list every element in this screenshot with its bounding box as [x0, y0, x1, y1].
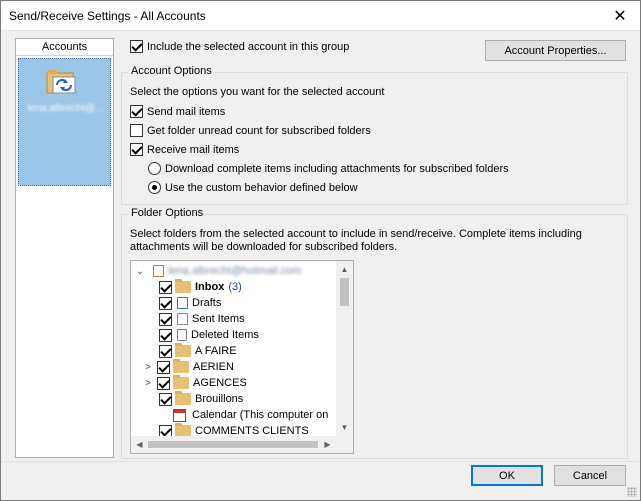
- chevron-down-icon[interactable]: ⌄: [135, 266, 145, 277]
- tree-label-drafts: Drafts: [192, 297, 222, 309]
- deleted-items-icon: [177, 329, 187, 341]
- window-title: Send/Receive Settings - All Accounts: [9, 9, 206, 23]
- tree-checkbox-sent-items[interactable]: [159, 312, 172, 326]
- close-button[interactable]: ✕: [600, 1, 640, 31]
- receive-mail-row[interactable]: Receive mail items: [130, 143, 239, 156]
- vertical-scroll-thumb[interactable]: [340, 278, 349, 306]
- send-mail-label: Send mail items: [147, 105, 226, 118]
- tree-row-sent-items[interactable]: Sent Items: [159, 311, 245, 327]
- account-options-description: Select the options you want for the sele…: [130, 86, 385, 98]
- tree-row-deleted-items[interactable]: Deleted Items: [159, 327, 259, 343]
- tree-checkbox-brouillons[interactable]: [159, 392, 172, 406]
- tree-root-label: lena.albrecht@hotmail.com: [168, 265, 302, 277]
- account-sync-icon: [46, 70, 76, 94]
- chevron-right-icon[interactable]: >: [143, 378, 153, 389]
- folder-icon: [173, 375, 189, 389]
- custom-behavior-radio[interactable]: [148, 181, 161, 194]
- include-account-label: Include the selected account in this gro…: [147, 40, 350, 53]
- tree-row-drafts[interactable]: Drafts: [159, 295, 221, 311]
- tree-horizontal-scrollbar[interactable]: ◀ ▶: [131, 436, 336, 453]
- resize-grip-icon[interactable]: [627, 487, 637, 497]
- scroll-down-icon[interactable]: ▼: [336, 419, 353, 436]
- tree-label-sent-items: Sent Items: [192, 313, 245, 325]
- custom-behavior-label: Use the custom behavior defined below: [165, 181, 358, 194]
- tree-label-a-faire: A FAIRE: [195, 345, 237, 357]
- inbox-unread-count: (3): [228, 281, 242, 293]
- tree-label-aerien: AERIEN: [193, 361, 234, 373]
- tree-checkbox-agences[interactable]: [157, 376, 170, 390]
- tree-checkbox-drafts[interactable]: [159, 296, 172, 310]
- folder-icon: [173, 359, 189, 373]
- download-complete-label: Download complete items including attach…: [165, 162, 509, 175]
- unread-count-label: Get folder unread count for subscribed f…: [147, 124, 371, 137]
- tree-row-agences[interactable]: > AGENCES: [145, 375, 247, 391]
- accounts-pane: Accounts lena.albrecht@...: [15, 38, 114, 458]
- account-properties-button[interactable]: Account Properties...: [485, 40, 626, 61]
- horizontal-scroll-thumb[interactable]: [148, 441, 318, 448]
- account-options-title: Account Options: [128, 65, 215, 77]
- folder-icon: [175, 391, 191, 405]
- title-bar: Send/Receive Settings - All Accounts ✕: [1, 1, 640, 31]
- custom-behavior-row[interactable]: Use the custom behavior defined below: [148, 181, 358, 194]
- calendar-icon: [173, 408, 186, 422]
- scroll-right-icon[interactable]: ▶: [319, 436, 336, 453]
- send-mail-row[interactable]: Send mail items: [130, 105, 225, 118]
- tree-checkbox-inbox[interactable]: [159, 280, 172, 294]
- download-complete-radio[interactable]: [148, 162, 161, 175]
- account-tile-selected[interactable]: lena.albrecht@...: [18, 58, 111, 186]
- unread-count-row[interactable]: Get folder unread count for subscribed f…: [130, 124, 371, 137]
- tree-label-brouillons: Brouillons: [195, 393, 244, 405]
- folder-options-title: Folder Options: [128, 207, 207, 219]
- tree-row-a-faire[interactable]: A FAIRE: [159, 343, 237, 359]
- receive-mail-checkbox[interactable]: [130, 143, 143, 156]
- folder-options-description-line1: Select folders from the selected account…: [130, 228, 582, 240]
- mailbox-icon: [153, 265, 164, 277]
- include-account-row[interactable]: Include the selected account in this gro…: [130, 40, 349, 53]
- scrollbar-corner: [336, 436, 353, 453]
- send-mail-checkbox[interactable]: [130, 105, 143, 118]
- chevron-right-icon[interactable]: >: [143, 362, 153, 373]
- tree-checkbox-deleted-items[interactable]: [159, 328, 172, 342]
- folder-tree[interactable]: ⌄ lena.albrecht@hotmail.com Inbox (3) Dr…: [130, 260, 354, 454]
- tree-row-brouillons[interactable]: Brouillons: [159, 391, 243, 407]
- tree-root-row[interactable]: ⌄ lena.albrecht@hotmail.com: [135, 263, 301, 279]
- accounts-header: Accounts: [16, 39, 113, 56]
- ok-button[interactable]: OK: [471, 465, 543, 486]
- folder-options-description-line2: attachments will be downloaded for subsc…: [130, 241, 398, 253]
- tree-label-deleted-items: Deleted Items: [191, 329, 259, 341]
- drafts-icon: [177, 297, 188, 309]
- tree-label-calendar: Calendar (This computer on: [192, 409, 329, 421]
- tree-checkbox-a-faire[interactable]: [159, 344, 172, 358]
- tree-checkbox-aerien[interactable]: [157, 360, 170, 374]
- tree-row-inbox[interactable]: Inbox (3): [159, 279, 242, 295]
- tree-row-calendar[interactable]: Calendar (This computer on: [171, 407, 328, 423]
- unread-count-checkbox[interactable]: [130, 124, 143, 137]
- tree-label-agences: AGENCES: [193, 377, 247, 389]
- scroll-left-icon[interactable]: ◀: [131, 436, 148, 453]
- footer-separator: [1, 461, 640, 462]
- account-label: lena.albrecht@...: [27, 103, 104, 114]
- tree-label-inbox: Inbox: [195, 281, 225, 293]
- include-account-checkbox[interactable]: [130, 40, 143, 53]
- inbox-folder-icon: [175, 279, 191, 293]
- tree-row-aerien[interactable]: > AERIEN: [145, 359, 234, 375]
- download-complete-row[interactable]: Download complete items including attach…: [148, 162, 509, 175]
- scroll-up-icon[interactable]: ▲: [336, 261, 353, 278]
- send-receive-settings-dialog: Send/Receive Settings - All Accounts ✕ A…: [0, 0, 641, 501]
- sent-items-icon: [177, 313, 188, 325]
- folder-icon: [175, 343, 191, 357]
- receive-mail-label: Receive mail items: [147, 143, 240, 156]
- cancel-button[interactable]: Cancel: [554, 465, 626, 486]
- tree-vertical-scrollbar[interactable]: ▲ ▼: [336, 261, 353, 453]
